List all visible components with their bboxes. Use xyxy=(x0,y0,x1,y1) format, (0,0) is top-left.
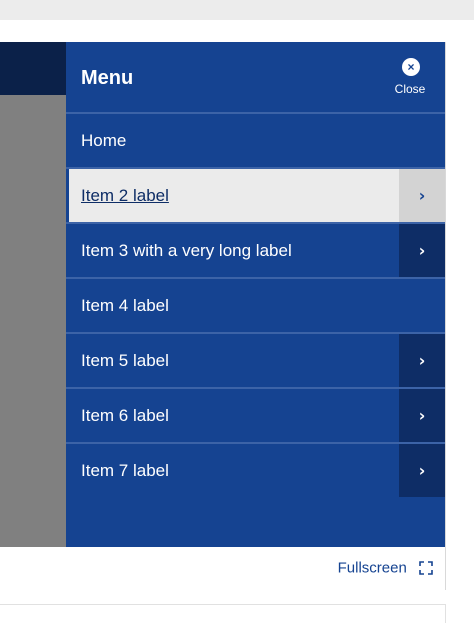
menu-item-label: Home xyxy=(81,131,127,150)
bottom-strip xyxy=(0,604,446,623)
menu-list: Home Item 2 label › Item 3 with a very l… xyxy=(66,114,445,497)
chevron-right-icon[interactable]: › xyxy=(399,334,445,387)
menu-item-label: Item 5 label xyxy=(81,351,169,370)
menu-title: Menu xyxy=(81,67,134,89)
top-bar xyxy=(0,0,474,20)
chevron-right-icon[interactable]: › xyxy=(399,224,445,277)
fullscreen-label: Fullscreen xyxy=(337,559,407,577)
menu-panel: Menu × Close Home Item 2 label › Item 3 … xyxy=(66,42,445,547)
menu-item-home[interactable]: Home xyxy=(66,114,445,169)
menu-item-label: Item 4 label xyxy=(81,296,169,315)
chevron-right-icon[interactable]: › xyxy=(399,169,445,222)
chevron-right-icon[interactable]: › xyxy=(399,389,445,442)
menu-item-label: Item 7 label xyxy=(81,461,169,480)
chevron-right-icon[interactable]: › xyxy=(399,444,445,497)
footer: Fullscreen xyxy=(0,547,445,590)
fullscreen-button[interactable]: Fullscreen xyxy=(338,559,433,577)
close-label: Close xyxy=(394,82,426,96)
menu-item-7[interactable]: Item 7 label › xyxy=(66,444,445,497)
menu-item-label: Item 6 label xyxy=(81,406,169,425)
menu-item-2[interactable]: Item 2 label › xyxy=(66,169,445,224)
menu-item-5[interactable]: Item 5 label › xyxy=(66,334,445,389)
menu-item-label: Item 3 with a very long label xyxy=(81,241,292,260)
menu-item-label[interactable]: Item 2 label xyxy=(81,186,169,206)
menu-header: Menu × Close xyxy=(66,42,445,114)
close-button[interactable]: × Close xyxy=(375,58,445,104)
page-header xyxy=(0,42,66,95)
menu-item-6[interactable]: Item 6 label › xyxy=(66,389,445,444)
menu-item-3[interactable]: Item 3 with a very long label › xyxy=(66,224,445,279)
close-icon: × xyxy=(402,58,420,76)
menu-item-4[interactable]: Item 4 label xyxy=(66,279,445,334)
page-overlay[interactable] xyxy=(0,95,66,547)
fullscreen-icon xyxy=(419,561,433,575)
